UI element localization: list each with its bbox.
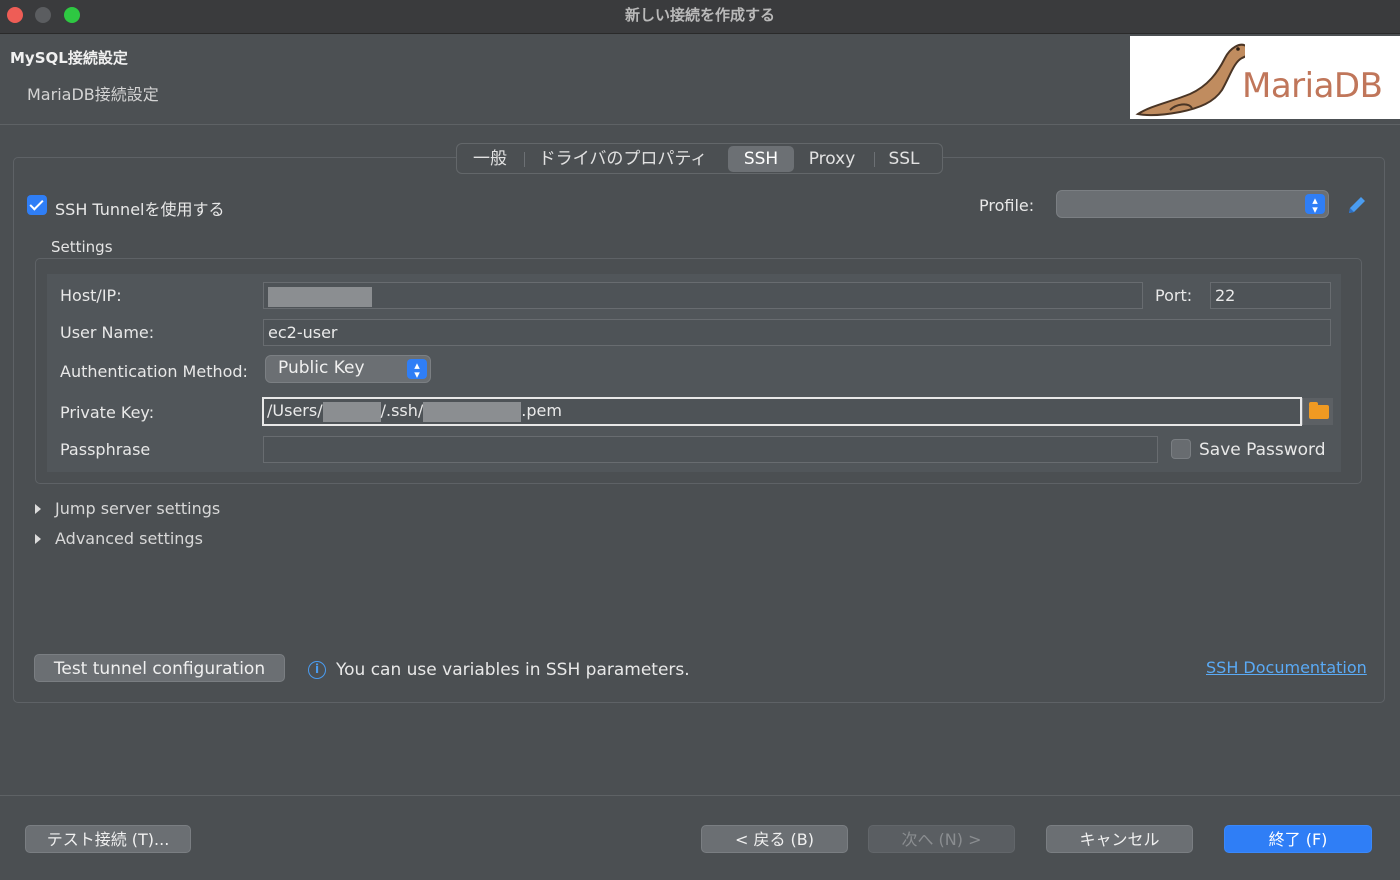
window-title: 新しい接続を作成する <box>624 6 775 24</box>
expand-triangle-icon[interactable] <box>35 504 41 514</box>
back-button[interactable]: < 戻る (B) <box>701 825 848 853</box>
page-subtitle: MariaDB接続設定 <box>27 85 159 104</box>
folder-icon <box>1309 402 1329 419</box>
username-field[interactable]: ec2-user <box>263 319 1331 346</box>
mariadb-logo: MariaDB <box>1130 36 1400 119</box>
port-label: Port: <box>1155 286 1193 305</box>
passphrase-label: Passphrase <box>60 440 151 459</box>
dialog-header: MySQL接続設定 MariaDB接続設定 MariaDB <box>0 35 1400 125</box>
redacted-username <box>322 401 381 422</box>
redacted-host <box>268 286 372 307</box>
seal-icon <box>1135 43 1250 117</box>
next-button[interactable]: 次へ (N) > <box>868 825 1015 853</box>
jump-server-settings-toggle[interactable]: Jump server settings <box>55 499 220 518</box>
expand-triangle-icon[interactable] <box>35 534 41 544</box>
tab-bar: 一般 ドライバのプロパティ SSH Proxy SSL <box>456 143 943 174</box>
chevron-updown-icon: ▴ ▾ <box>407 359 427 380</box>
profile-label: Profile: <box>979 196 1035 215</box>
private-key-field[interactable]: /Users/ /.ssh/ .pem <box>262 397 1302 426</box>
tab-ssh[interactable]: SSH <box>728 146 794 172</box>
username-label: User Name: <box>60 323 155 342</box>
port-field[interactable]: 22 <box>1210 282 1331 309</box>
auth-method-value: Public Key <box>278 358 365 378</box>
private-key-suffix: .pem <box>521 401 562 420</box>
test-connection-button[interactable]: テスト接続 (T)... <box>25 825 191 853</box>
tab-separator <box>874 152 875 167</box>
ssh-documentation-link[interactable]: SSH Documentation <box>1206 658 1367 677</box>
chevron-updown-icon: ▴ ▾ <box>1305 194 1325 215</box>
save-password-label: Save Password <box>1199 440 1326 460</box>
auth-method-label: Authentication Method: <box>60 362 248 381</box>
title-bar: 新しい接続を作成する <box>0 0 1400 34</box>
edit-pencil-icon[interactable] <box>1346 194 1368 216</box>
tab-ssl[interactable]: SSL <box>881 146 927 172</box>
redacted-keyname <box>423 401 522 422</box>
host-field[interactable] <box>263 282 1143 309</box>
tab-driver-properties[interactable]: ドライバのプロパティ <box>533 146 713 172</box>
cancel-button[interactable]: キャンセル <box>1046 825 1193 853</box>
save-password-checkbox[interactable] <box>1171 439 1191 459</box>
host-label: Host/IP: <box>60 286 122 305</box>
private-key-label: Private Key: <box>60 403 155 422</box>
tab-general[interactable]: 一般 <box>467 146 513 172</box>
tab-separator <box>524 152 525 167</box>
private-key-mid: /.ssh/ <box>380 401 424 420</box>
private-key-prefix: /Users/ <box>267 401 323 420</box>
tab-proxy[interactable]: Proxy <box>801 146 863 172</box>
test-tunnel-button[interactable]: Test tunnel configuration <box>34 654 285 682</box>
info-icon: i <box>308 661 326 679</box>
profile-select[interactable]: ▴ ▾ <box>1056 190 1329 218</box>
use-ssh-tunnel-checkbox[interactable] <box>27 195 47 215</box>
use-ssh-tunnel-label: SSH Tunnelを使用する <box>55 200 225 219</box>
page-title: MySQL接続設定 <box>10 49 128 67</box>
browse-key-button[interactable] <box>1302 398 1333 425</box>
advanced-settings-toggle[interactable]: Advanced settings <box>55 529 203 548</box>
settings-group-label: Settings <box>51 238 113 256</box>
auth-method-select[interactable]: Public Key ▴ ▾ <box>265 355 431 383</box>
logo-text: MariaDB <box>1242 66 1383 106</box>
info-text: You can use variables in SSH parameters. <box>336 660 690 680</box>
footer-divider <box>0 795 1400 796</box>
finish-button[interactable]: 終了 (F) <box>1224 825 1372 853</box>
passphrase-field[interactable] <box>263 436 1158 463</box>
